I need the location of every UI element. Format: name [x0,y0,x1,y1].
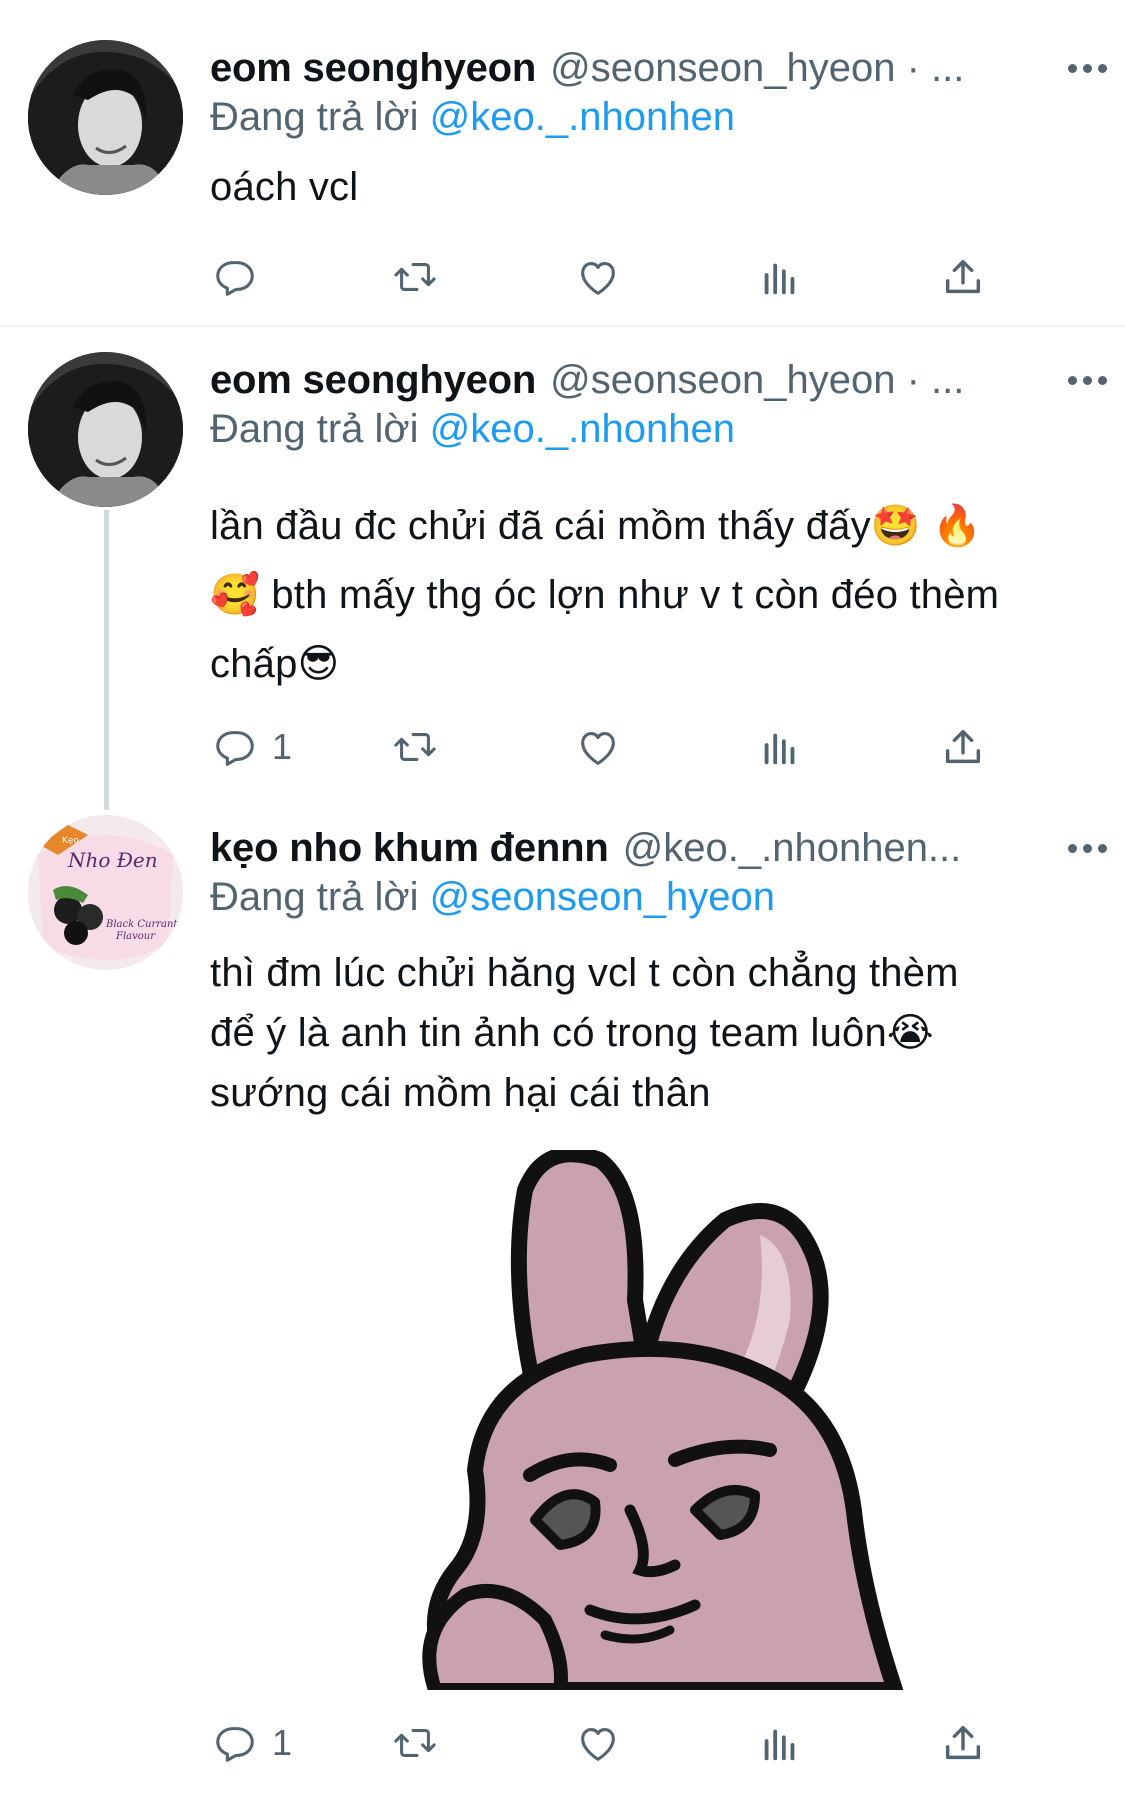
logo-small-text: Kẹo [62,836,79,846]
avatar[interactable] [28,352,183,507]
reply-icon [216,261,254,296]
analytics-button[interactable] [757,717,803,777]
reply-mention-link[interactable]: @keo._.nhonhen [430,95,735,139]
reply-mention-link[interactable]: @keo._.nhonhen [430,407,735,451]
reply-prefix: Đang trả lời [210,875,419,919]
reply-context: Đang trả lời @keo._.nhonhen [210,95,735,140]
action-bar: 1 [210,717,1010,777]
analytics-button[interactable] [757,247,803,307]
more-icon[interactable] [1068,350,1107,410]
tweet-text-line: chấp😎 [210,642,340,686]
author-handle[interactable]: @seonseon_hyeon · ... [550,358,964,403]
tweet-2[interactable]: eom seonghyeon @seonseon_hyeon · ... Đan… [0,327,1125,787]
like-icon [581,262,615,295]
action-bar: 1 [210,1713,1010,1773]
share-button[interactable] [940,1713,986,1773]
share-icon [945,259,981,294]
more-icon[interactable] [1068,818,1107,878]
tweet-text: lần đầu đc chửi đã cái mồm thấy đấy🤩 🔥 🥰… [210,492,1105,699]
share-button[interactable] [940,717,986,777]
tweet-text-line: lần đầu đc chửi đã cái mồm thấy đấy🤩 🔥 [210,504,983,548]
author-handle[interactable]: @seonseon_hyeon · ... [550,46,964,91]
author-handle[interactable]: @keo._.nhonhen... [623,826,962,871]
tweet-text: oách vcl [210,165,1105,210]
svg-text:Flavour: Flavour [115,931,156,942]
retweet-icon [394,733,436,761]
reply-prefix: Đang trả lời [210,407,419,451]
analytics-icon [764,263,795,295]
action-bar [210,247,1010,307]
analytics-icon [764,1729,795,1761]
like-button[interactable] [575,1713,621,1773]
like-button[interactable] [575,717,621,777]
tweet-text-line: sướng cái mồm hại cái thân [210,1071,711,1115]
share-button[interactable] [940,247,986,307]
tweet-text-line: thì đm lúc chửi hăng vcl t còn chẳng thè… [210,951,959,995]
reply-prefix: Đang trả lời [210,95,419,139]
reply-context: Đang trả lời @keo._.nhonhen [210,407,735,452]
retweet-button[interactable] [392,1713,438,1773]
analytics-icon [764,733,795,765]
logo-brand-text: Nho Đen [67,848,158,872]
retweet-icon [394,1729,436,1757]
reply-button[interactable] [212,247,272,307]
tweet-text-line: để ý là anh tin ảnh có trong team luôn😭 [210,1011,934,1055]
tweet-1[interactable]: eom seonghyeon @seonseon_hyeon · ... Đan… [0,0,1125,326]
more-icon[interactable] [1068,38,1107,98]
tweet-text-line: 🥰 bth mấy thg óc lợn như v t còn đéo thè… [210,573,1000,617]
tweet-text-line: oách vcl [210,165,359,209]
reply-count: 1 [272,726,293,767]
tweet-text: thì đm lúc chửi hăng vcl t còn chẳng thè… [210,943,1105,1123]
share-icon [945,729,981,764]
like-button[interactable] [575,247,621,307]
avatar[interactable]: Kẹo Nho Đen Black Currant Flavour [28,815,183,970]
like-icon [581,1728,615,1761]
reply-count: 1 [272,1722,293,1763]
reply-button[interactable]: 1 [212,1713,292,1773]
author-name[interactable]: eom seonghyeon [210,358,536,403]
author-name[interactable]: eom seonghyeon [210,46,536,91]
reply-icon [216,1727,254,1762]
reply-mention-link[interactable]: @seonseon_hyeon [430,875,775,919]
like-icon [581,732,615,765]
author-name[interactable]: kẹo nho khum đennn [210,826,609,871]
retweet-icon [394,263,436,291]
retweet-button[interactable] [392,717,438,777]
reply-icon [216,731,254,766]
retweet-button[interactable] [392,247,438,307]
tweet-image-bunny-sticker[interactable] [395,1150,960,1690]
avatar[interactable] [28,40,183,195]
logo-flavour-text: Black Currant [105,919,178,930]
share-icon [945,1725,981,1760]
reply-context: Đang trả lời @seonseon_hyeon [210,875,775,920]
reply-button[interactable]: 1 [212,717,292,777]
analytics-button[interactable] [757,1713,803,1773]
